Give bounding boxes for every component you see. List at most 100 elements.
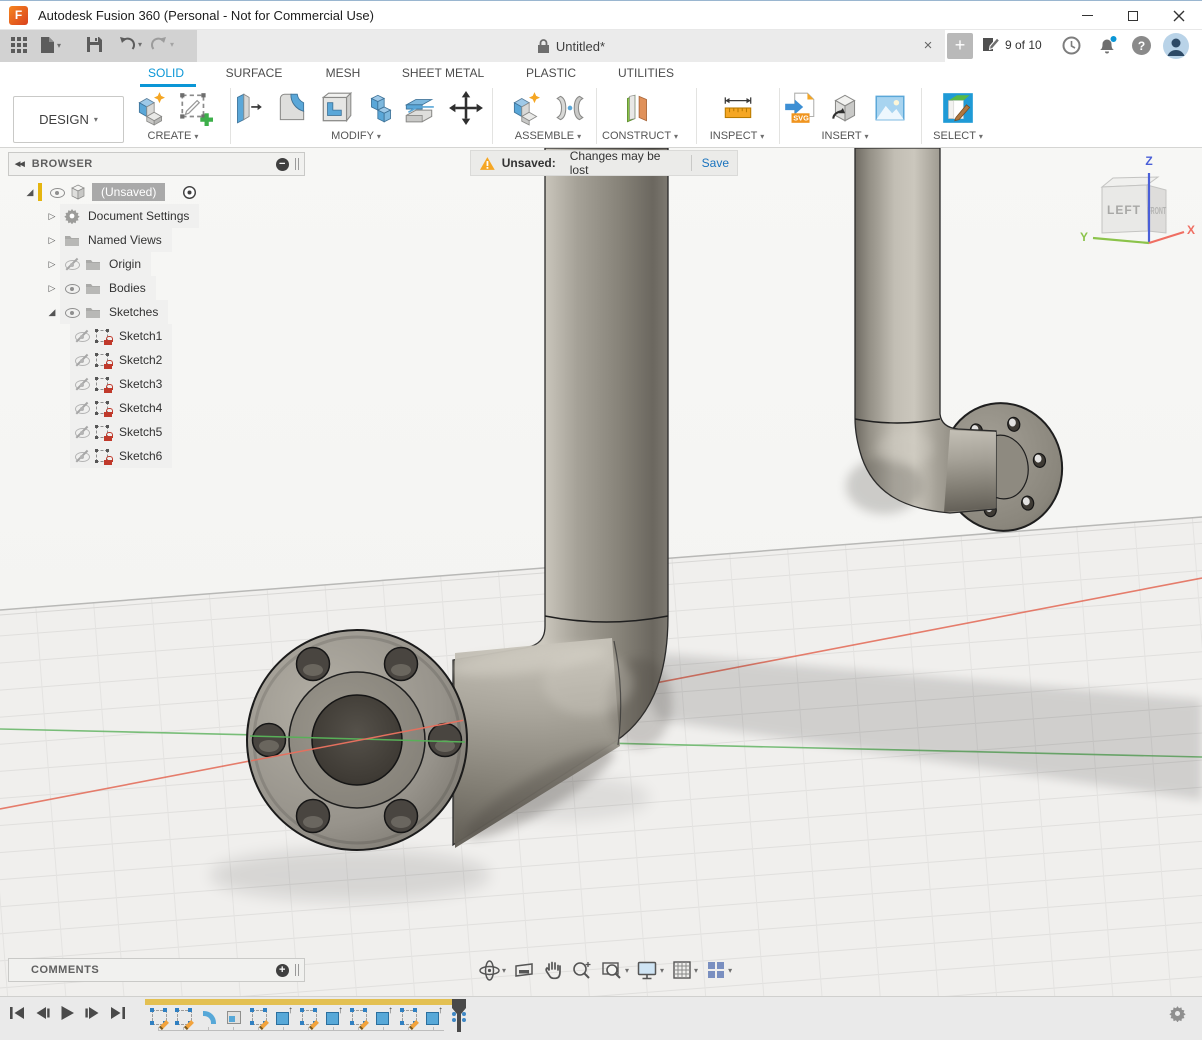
go-to-end-button[interactable] <box>110 1006 125 1020</box>
visibility-eye-icon[interactable] <box>49 184 65 200</box>
expander-icon[interactable]: ◢ <box>44 304 60 320</box>
tab-sheet-metal[interactable]: SHEET METAL <box>393 66 493 80</box>
activate-radio-icon[interactable] <box>182 185 197 200</box>
browser-tree-row[interactable]: ▷ <box>8 252 308 276</box>
browser-tree-row[interactable]: ◢ <box>8 300 308 324</box>
timeline-settings-gear-icon[interactable] <box>1169 1005 1186 1022</box>
create-sketch-button[interactable] <box>175 88 215 128</box>
new-solid-button[interactable] <box>131 88 171 128</box>
tree-row-chip[interactable]: Sketch6 <box>70 444 172 468</box>
timeline-feature-item[interactable] <box>423 1007 445 1027</box>
save-link[interactable]: Save <box>702 156 729 170</box>
timeline-feature-item[interactable] <box>298 1007 320 1027</box>
browser-tree-row[interactable]: Sketch1 <box>8 324 308 348</box>
group-label-inspect[interactable]: INSPECT ▾ <box>677 130 797 142</box>
display-settings-button[interactable]: ▾ <box>636 959 664 982</box>
redo-button[interactable]: ▾ <box>150 36 174 52</box>
step-forward-button[interactable] <box>85 1006 100 1020</box>
panel-collapse-button[interactable]: − <box>276 158 289 171</box>
tree-row-chip[interactable]: Bodies <box>60 276 156 300</box>
grid-display-button[interactable]: ▾ <box>671 959 698 981</box>
comments-panel-header[interactable]: COMMENTS + <box>8 958 305 982</box>
expander-icon[interactable]: ▷ <box>44 208 60 224</box>
play-button[interactable] <box>60 1005 75 1021</box>
joint-button[interactable] <box>550 88 590 128</box>
browser-tree-row[interactable]: Sketch5 <box>8 420 308 444</box>
collapse-panel-icon[interactable]: ◀◀ <box>15 160 24 168</box>
visibility-eye-icon[interactable] <box>74 376 90 392</box>
browser-panel-header[interactable]: ◀◀ BROWSER − <box>8 152 305 176</box>
view-cube[interactable]: LEFT FRONT Z Y X <box>1060 150 1200 270</box>
select-button[interactable] <box>938 88 978 128</box>
viewport-canvas[interactable]: Unsaved: Changes may be lost Save ◀◀ BRO… <box>0 148 1202 996</box>
tab-solid[interactable]: SOLID <box>116 66 216 80</box>
browser-tree-row[interactable]: ▷ <box>8 276 308 300</box>
move-button[interactable] <box>446 88 486 128</box>
notifications-button[interactable] <box>1096 35 1118 61</box>
timeline-feature-item[interactable] <box>198 1007 220 1027</box>
group-label-create[interactable]: CREATE ▾ <box>113 130 233 142</box>
expander-icon[interactable]: ◢ <box>22 184 38 200</box>
expander-icon[interactable]: ▷ <box>44 232 60 248</box>
timeline-position-marker[interactable] <box>450 999 468 1035</box>
visibility-eye-icon[interactable] <box>74 328 90 344</box>
history-button[interactable] <box>1061 35 1082 61</box>
visibility-eye-icon[interactable] <box>74 400 90 416</box>
browser-tree-row[interactable]: ▷ <box>8 228 308 252</box>
tab-surface[interactable]: SURFACE <box>204 66 304 80</box>
browser-tree-row[interactable]: ▷ <box>8 204 308 228</box>
shell-button[interactable] <box>316 88 356 128</box>
visibility-eye-icon[interactable] <box>74 352 90 368</box>
data-panel-button[interactable] <box>10 36 28 54</box>
add-comment-button[interactable]: + <box>276 964 289 977</box>
tree-row-chip[interactable]: Sketch4 <box>70 396 172 420</box>
tree-row-chip[interactable]: Sketch3 <box>70 372 172 396</box>
browser-tree-row[interactable]: Sketch3 <box>8 372 308 396</box>
close-button[interactable] <box>1156 1 1202 30</box>
panel-grip[interactable] <box>295 964 299 976</box>
browser-tree-row[interactable]: Sketch4 <box>8 396 308 420</box>
insert-mesh-button[interactable] <box>825 88 865 128</box>
expander-icon[interactable]: ▷ <box>44 280 60 296</box>
timeline-feature-item[interactable] <box>148 1007 170 1027</box>
split-body-button[interactable] <box>399 88 439 128</box>
combine-button[interactable] <box>361 88 401 128</box>
tab-utilities[interactable]: UTILITIES <box>596 66 696 80</box>
group-label-insert[interactable]: INSERT ▾ <box>785 130 905 142</box>
pan-button[interactable] <box>542 959 564 981</box>
visibility-eye-icon[interactable] <box>64 280 80 296</box>
press-pull-button[interactable] <box>227 88 267 128</box>
timeline-feature-item[interactable] <box>223 1007 245 1027</box>
account-avatar[interactable] <box>1163 33 1189 64</box>
job-status-button[interactable]: 9 of 10 <box>982 36 1042 53</box>
viewports-button[interactable]: ▾ <box>705 959 732 981</box>
browser-tree-row[interactable]: ◢ <box>8 180 308 204</box>
timeline-feature-item[interactable] <box>273 1007 295 1027</box>
timeline-feature-item[interactable] <box>373 1007 395 1027</box>
step-back-button[interactable] <box>35 1006 50 1020</box>
tree-row-chip[interactable]: Sketch5 <box>70 420 172 444</box>
tree-row-chip[interactable]: Named Views <box>60 228 172 252</box>
tab-plastic[interactable]: PLASTIC <box>501 66 601 80</box>
visibility-eye-icon[interactable] <box>64 304 80 320</box>
new-component-button[interactable] <box>506 88 546 128</box>
tree-row-chip[interactable]: Document Settings <box>60 204 199 228</box>
file-menu-button[interactable]: ▾ <box>40 36 61 54</box>
timeline-feature-item[interactable] <box>398 1007 420 1027</box>
fit-button[interactable]: ▾ <box>601 959 629 982</box>
tab-mesh[interactable]: MESH <box>293 66 393 80</box>
tree-row-chip[interactable]: Sketch1 <box>70 324 172 348</box>
maximize-button[interactable] <box>1110 1 1156 30</box>
expander-icon[interactable]: ▷ <box>44 256 60 272</box>
workspace-selector[interactable]: DESIGN ▾ <box>13 96 124 143</box>
panel-grip[interactable] <box>295 158 299 170</box>
tree-row-chip[interactable]: Origin <box>60 252 151 276</box>
group-label-modify[interactable]: MODIFY ▾ <box>296 130 416 142</box>
timeline-feature-item[interactable] <box>323 1007 345 1027</box>
zoom-button[interactable] <box>571 959 594 982</box>
browser-tree-row[interactable]: Sketch6 <box>8 444 308 468</box>
minimize-button[interactable] <box>1064 1 1110 30</box>
insert-svg-button[interactable]: SVG <box>780 88 820 128</box>
timeline-feature-item[interactable] <box>248 1007 270 1027</box>
tree-row-chip[interactable]: Sketch2 <box>70 348 172 372</box>
